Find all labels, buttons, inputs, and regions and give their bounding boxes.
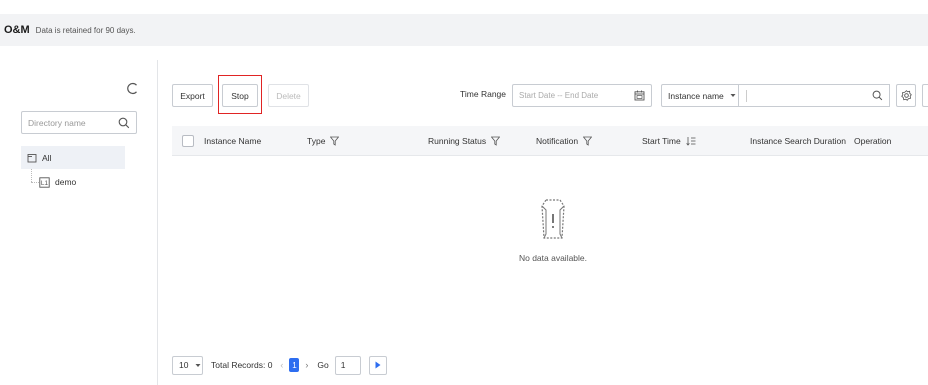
tree-connector — [31, 182, 39, 183]
go-page-input[interactable]: 1 — [334, 355, 361, 375]
column-type[interactable]: Type — [307, 126, 340, 156]
current-page[interactable]: 1 — [289, 358, 300, 372]
tree-node-all-label: All — [42, 152, 52, 163]
total-records: Total Records: 0 — [211, 360, 273, 370]
pagination: 10 Total Records: 0 ‹ 1 › Go 1 — [172, 355, 387, 375]
prev-page-icon[interactable]: ‹ — [280, 360, 283, 370]
column-running-status-label: Running Status — [428, 136, 487, 146]
settings-button[interactable] — [896, 84, 916, 107]
column-notification-label: Notification — [536, 136, 579, 146]
column-start-time-label: Start Time — [642, 136, 681, 146]
tree-node-all[interactable]: All — [21, 146, 125, 169]
retention-note: Data is retained for 90 days. — [35, 25, 136, 35]
tree-connector — [31, 169, 32, 182]
dropdown-caret-icon — [730, 94, 736, 97]
folder-icon — [27, 153, 37, 162]
page-size-select[interactable]: 10 — [172, 355, 203, 375]
column-type-label: Type — [307, 136, 326, 146]
search-icon[interactable] — [872, 90, 883, 101]
table-header: Instance Name Type Running Status Notifi… — [172, 126, 928, 156]
sort-icon[interactable] — [686, 136, 696, 146]
instance-filter-value: Instance name — [668, 90, 724, 101]
calendar-icon[interactable] — [634, 90, 645, 101]
select-all-checkbox[interactable] — [182, 135, 194, 147]
delete-button[interactable]: Delete — [268, 84, 309, 107]
column-notification[interactable]: Notification — [536, 126, 593, 156]
go-page-value: 1 — [340, 360, 346, 370]
page-size-value: 10 — [179, 360, 189, 370]
svg-text:L1: L1 — [41, 180, 49, 187]
column-operation: Operation — [854, 136, 892, 146]
tree-node-demo-label: demo — [55, 177, 77, 187]
column-instance-search-duration: Instance Search Duration — [750, 136, 846, 146]
dropdown-caret-icon — [195, 363, 201, 367]
stop-button-highlight — [218, 75, 262, 114]
overflow-button[interactable] — [922, 84, 928, 107]
search-icon[interactable] — [118, 117, 130, 129]
directory-node-icon: L1 — [39, 176, 50, 188]
filter-icon[interactable] — [491, 136, 501, 146]
instance-list-panel: Export Stop Delete Time Range Start Date… — [158, 60, 928, 385]
empty-state-text: No data available. — [518, 253, 588, 263]
play-icon — [375, 361, 381, 369]
go-button[interactable] — [368, 355, 387, 375]
export-button[interactable]: Export — [172, 84, 213, 107]
time-range-label: Time Range — [460, 89, 506, 99]
tree-node-demo[interactable]: L1 demo — [39, 174, 76, 190]
empty-data-icon — [541, 199, 565, 239]
column-instance-name: Instance Name — [204, 136, 262, 146]
refresh-icon[interactable] — [126, 82, 139, 98]
top-banner: O&M Data is retained for 90 days. — [0, 14, 928, 46]
instance-filter-select[interactable]: Instance name — [661, 84, 739, 107]
directory-panel: Directory name All L1 demo — [0, 60, 158, 385]
gear-icon — [900, 90, 912, 101]
filter-icon[interactable] — [583, 136, 593, 146]
text-cursor — [746, 90, 747, 102]
directory-search-placeholder: Directory name — [28, 117, 86, 128]
column-running-status[interactable]: Running Status — [428, 126, 501, 156]
page-title: O&M — [4, 24, 30, 36]
filter-icon[interactable] — [330, 136, 340, 146]
date-range-placeholder: Start Date -- End Date — [519, 91, 599, 100]
date-range-picker[interactable]: Start Date -- End Date — [512, 84, 652, 107]
column-start-time[interactable]: Start Time — [642, 126, 696, 156]
go-label: Go — [317, 360, 329, 370]
instance-search-input[interactable] — [738, 84, 890, 107]
next-page-icon[interactable]: › — [305, 360, 308, 370]
directory-search-input[interactable]: Directory name — [21, 111, 137, 134]
